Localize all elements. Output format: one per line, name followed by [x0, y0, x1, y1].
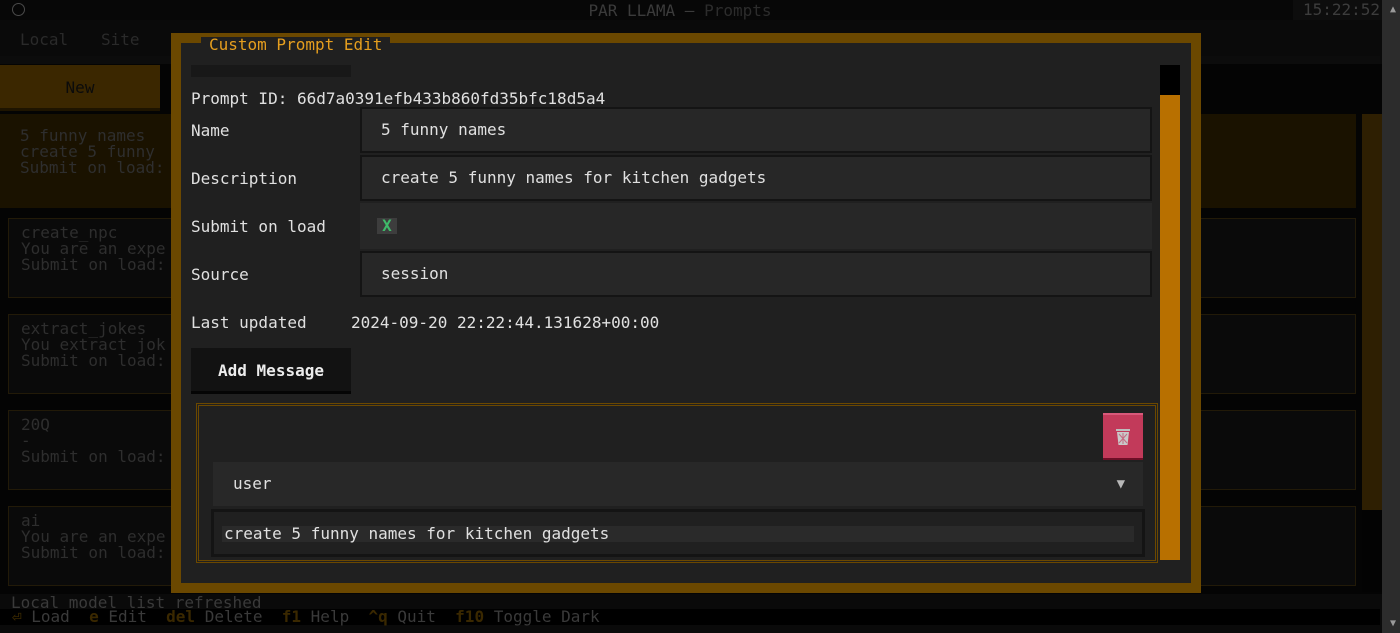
submit-on-load-checkbox[interactable]: X [360, 203, 1152, 249]
footer-label[interactable]: Help [311, 607, 350, 626]
footer-key[interactable]: f10 [455, 607, 484, 626]
role-select[interactable]: user ▼ [213, 462, 1143, 506]
prompt-id-value: 66d7a0391efb433b860fd35bfc18d5a4 [296, 89, 606, 108]
footer-label[interactable]: Quit [397, 607, 436, 626]
footer-key[interactable]: del [166, 607, 195, 626]
footer-label[interactable]: Edit [108, 607, 147, 626]
footer-key[interactable]: e [89, 607, 99, 626]
list-scrollbar-thumb[interactable] [1362, 114, 1382, 510]
footer-key[interactable]: ^q [368, 607, 387, 626]
footer-label[interactable]: Toggle Dark [494, 607, 600, 626]
tab-site[interactable]: Site [101, 30, 140, 49]
last-updated-label: Last updated [191, 313, 307, 332]
delete-message-button[interactable] [1103, 413, 1143, 460]
add-message-button[interactable]: Add Message [191, 348, 351, 394]
source-input[interactable]: session [360, 251, 1152, 297]
window-title: PAR LLAMA — Prompts [0, 1, 1360, 20]
message-editor: user ▼ create 5 funny names for kitchen … [196, 403, 1158, 563]
custom-prompt-edit-dialog: Custom Prompt Edit Prompt ID: 66d7a0391e… [171, 33, 1201, 593]
dropdown-arrow-icon[interactable]: ▼ [1117, 462, 1125, 506]
footer-key[interactable]: f1 [282, 607, 301, 626]
dialog-scrollbar-thumb[interactable] [1160, 95, 1180, 560]
description-input[interactable]: create 5 funny names for kitchen gadgets [360, 155, 1152, 201]
checkbox-check-icon[interactable]: X [377, 218, 397, 234]
message-content[interactable]: create 5 funny names for kitchen gadgets [222, 526, 1134, 542]
tab-local[interactable]: Local [20, 30, 68, 49]
prompt-id-row: Prompt ID: 66d7a0391efb433b860fd35bfc18d… [191, 89, 605, 108]
scroll-down-icon[interactable]: ▼ [1390, 618, 1396, 629]
submit-on-load-label: Submit on load [191, 217, 326, 236]
title-bar: PAR LLAMA — Prompts 15:22:52 [0, 0, 1400, 20]
source-label: Source [191, 265, 249, 284]
trash-icon [1116, 428, 1130, 445]
name-input[interactable]: 5 funny names [360, 107, 1152, 153]
window-scrollbar[interactable]: ▲ ▼ [1382, 0, 1400, 633]
footer-key[interactable]: ⏎ [12, 607, 22, 626]
name-label: Name [191, 121, 230, 140]
dialog-title: Custom Prompt Edit [201, 37, 391, 53]
message-content-textarea[interactable]: create 5 funny names for kitchen gadgets [211, 509, 1145, 557]
clock: 15:22:52 [1292, 0, 1390, 20]
last-updated-value: 2024-09-20 22:22:44.131628+00:00 [351, 313, 660, 332]
role-value: user [233, 474, 272, 493]
dialog-top-spacer [191, 65, 351, 77]
app-name: PAR LLAMA [588, 1, 676, 20]
scroll-up-icon[interactable]: ▲ [1390, 4, 1396, 15]
footer-label[interactable]: Delete [205, 607, 263, 626]
title-separator: — [675, 1, 705, 20]
footer-keybindings: ⏎ Load e Edit del Delete f1 Help ^q Quit… [0, 609, 1380, 625]
new-prompt-button[interactable]: New [0, 65, 160, 111]
screen-name: Prompts [704, 1, 772, 20]
list-scrollbar-track[interactable] [1362, 510, 1382, 592]
footer-label[interactable]: Load [31, 607, 70, 626]
prompt-id-label: Prompt ID: [191, 89, 288, 108]
description-label: Description [191, 169, 297, 188]
